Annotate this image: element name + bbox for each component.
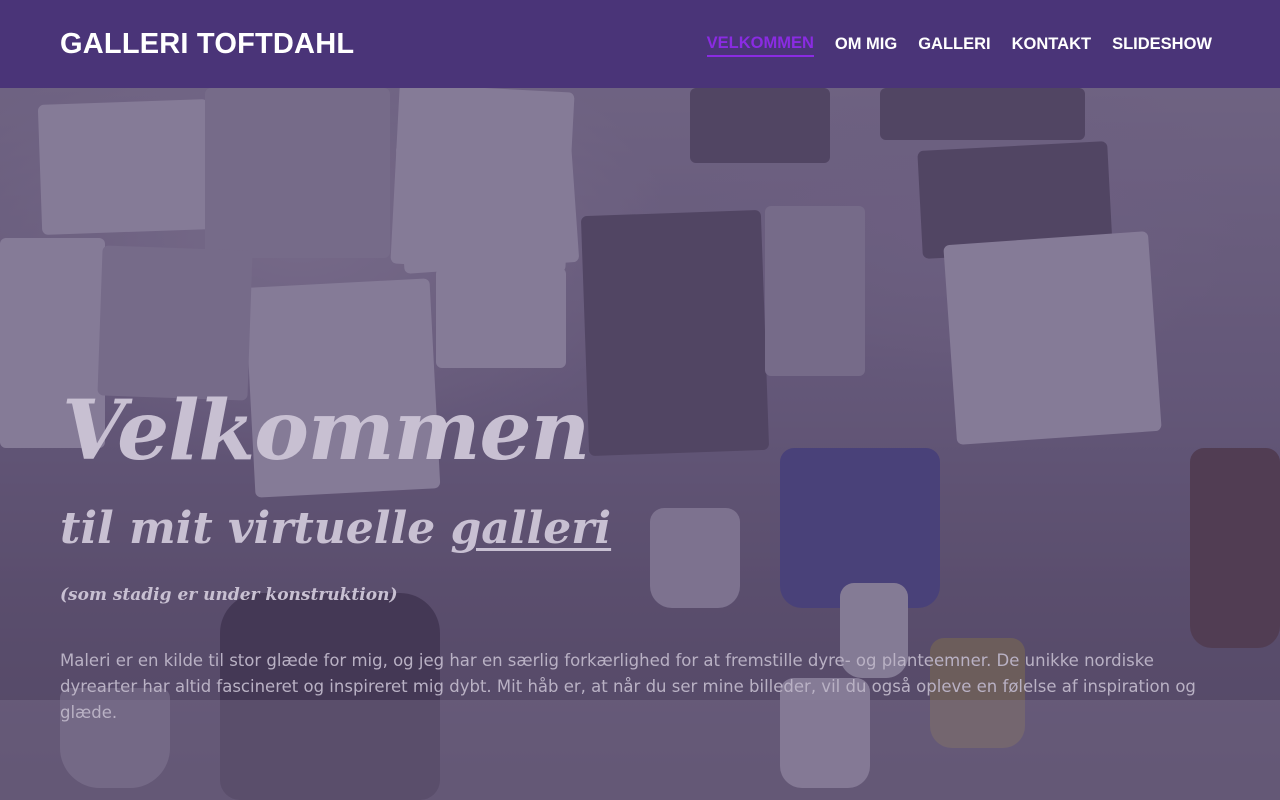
hero-description: Maleri er en kilde til stor glæde for mi… <box>60 651 1196 722</box>
nav-item-galleri[interactable]: GALLERI <box>918 32 990 56</box>
hero-title: Velkommen <box>62 383 590 479</box>
hero-content: Velkommen til mit virtuelle galleri (som… <box>60 88 1220 800</box>
hero-subtitle: til mit virtuelle galleri <box>60 503 611 554</box>
site-logo[interactable]: GALLERI TOFTDAHL <box>60 28 354 61</box>
nav-item-om-mig[interactable]: OM MIG <box>835 32 897 56</box>
nav-item-velkommen[interactable]: VELKOMMEN <box>706 31 814 57</box>
main-nav: VELKOMMEN OM MIG GALLERI KONTAKT SLIDESH… <box>686 31 1212 57</box>
nav-item-kontakt[interactable]: KONTAKT <box>1012 32 1091 56</box>
hero-subtitle-prefix: til mit virtuelle <box>60 503 451 554</box>
nav-item-slideshow[interactable]: SLIDESHOW <box>1112 32 1212 56</box>
site-header: GALLERI TOFTDAHL VELKOMMEN OM MIG GALLER… <box>0 0 1280 88</box>
construction-note: (som stadig er under konstruktion) <box>60 585 398 605</box>
galleri-link[interactable]: galleri <box>451 503 612 554</box>
